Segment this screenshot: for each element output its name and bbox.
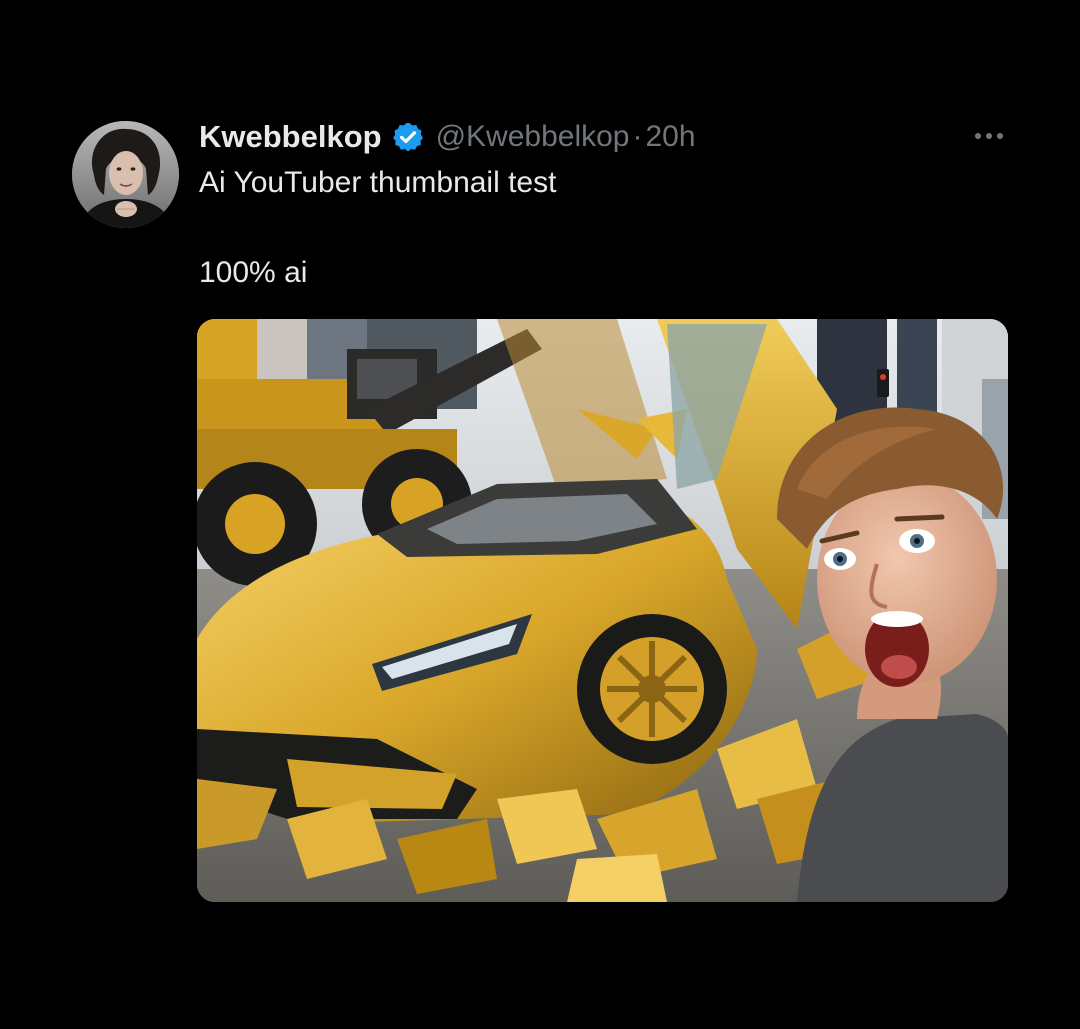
tweet-header: Kwebbelkop @Kwebbelkop · 20h <box>199 114 696 160</box>
more-dot <box>975 133 981 139</box>
author-handle[interactable]: @Kwebbelkop <box>436 120 630 154</box>
avatar[interactable] <box>72 121 179 228</box>
more-dot <box>997 133 1003 139</box>
tweet-text-line: Ai YouTuber thumbnail test <box>199 166 557 199</box>
tweet[interactable]: Kwebbelkop @Kwebbelkop · 20h Ai YouTuber… <box>0 0 1080 1029</box>
media-illustration <box>197 319 1008 902</box>
display-name[interactable]: Kwebbelkop <box>199 119 382 155</box>
meta-separator: · <box>632 120 643 153</box>
more-dot <box>986 133 992 139</box>
more-horizontal-icon[interactable] <box>963 120 1015 152</box>
avatar-image <box>72 121 179 228</box>
timestamp[interactable]: 20h <box>646 120 696 154</box>
tweet-media-photo[interactable] <box>197 319 1008 902</box>
verified-badge-icon[interactable] <box>392 121 424 153</box>
tweet-text-line: 100% ai <box>199 256 308 289</box>
